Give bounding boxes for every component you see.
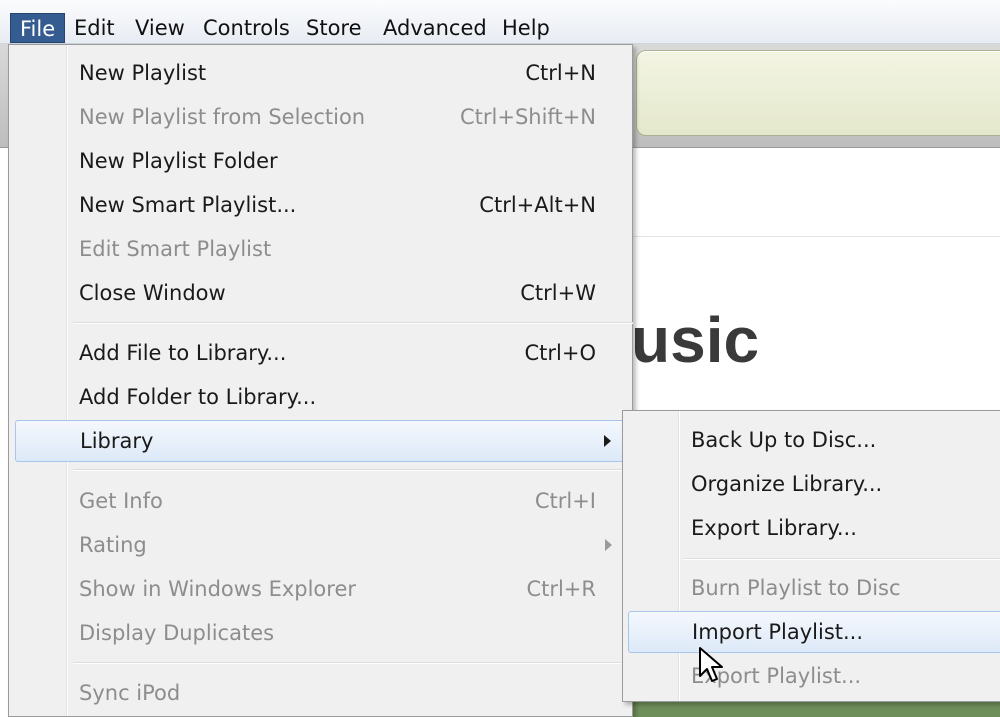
menu-item-add-folder-to-library[interactable]: Add Folder to Library... — [15, 377, 626, 417]
mouse-cursor-icon — [699, 647, 723, 682]
menu-item-label: Export Library... — [691, 516, 857, 540]
menu-item-shortcut: Ctrl+R — [526, 577, 596, 601]
menu-item-add-file-to-library[interactable]: Add File to Library... Ctrl+O — [15, 333, 626, 373]
menu-item-library[interactable]: Library — [15, 420, 626, 462]
menu-item-label: Burn Playlist to Disc — [691, 576, 901, 600]
menu-edit[interactable]: Edit — [65, 13, 124, 43]
submenu-item-export-library[interactable]: Export Library... — [628, 508, 1000, 548]
menu-item-rating: Rating — [15, 525, 626, 565]
menu-file[interactable]: File — [10, 13, 66, 43]
menu-item-label: Show in Windows Explorer — [79, 577, 357, 601]
menu-item-sync-ipod: Sync iPod — [15, 673, 626, 713]
menu-separator — [73, 662, 633, 664]
submenu-arrow-icon — [604, 435, 611, 447]
menu-item-label: Sync iPod — [79, 681, 181, 705]
menu-store[interactable]: Store — [297, 13, 371, 43]
submenu-item-burn-playlist-to-disc: Burn Playlist to Disc — [628, 568, 1000, 608]
content-heading: usic — [631, 304, 760, 376]
menu-view[interactable]: View — [126, 13, 194, 43]
menu-item-shortcut: Ctrl+I — [534, 489, 596, 513]
menu-item-label: Rating — [79, 533, 147, 557]
menu-item-close-window[interactable]: Close Window Ctrl+W — [15, 273, 626, 313]
menu-item-label: New Playlist Folder — [79, 149, 278, 173]
menu-item-shortcut: Ctrl+Alt+N — [479, 193, 596, 217]
menu-item-new-playlist-folder[interactable]: New Playlist Folder — [15, 141, 626, 181]
submenu-item-import-playlist[interactable]: Import Playlist... — [628, 611, 1000, 653]
menu-item-shortcut: Ctrl+Shift+N — [460, 105, 596, 129]
menu-item-label: New Playlist — [79, 61, 207, 85]
menu-item-label: Back Up to Disc... — [691, 428, 877, 452]
menu-item-label: Organize Library... — [691, 472, 883, 496]
menu-separator — [73, 469, 633, 471]
menu-item-shortcut: Ctrl+O — [524, 341, 597, 365]
menu-item-show-in-windows-explorer: Show in Windows Explorer Ctrl+R — [15, 569, 626, 609]
menu-item-label: New Playlist from Selection — [79, 105, 366, 129]
content-image-strip — [632, 702, 1000, 717]
menu-item-new-playlist-from-selection: New Playlist from Selection Ctrl+Shift+N — [15, 97, 626, 137]
menu-item-label: Close Window — [79, 281, 226, 305]
menu-help[interactable]: Help — [493, 13, 559, 43]
menu-item-label: New Smart Playlist... — [79, 193, 297, 217]
menu-advanced[interactable]: Advanced — [374, 13, 496, 43]
menu-item-label: Library — [80, 429, 154, 453]
file-menu: New Playlist Ctrl+N New Playlist from Se… — [8, 44, 633, 717]
menu-item-label: Get Info — [79, 489, 163, 513]
submenu-item-organize-library[interactable]: Organize Library... — [628, 464, 1000, 504]
library-submenu: Back Up to Disc... Organize Library... E… — [622, 410, 1000, 702]
menu-item-new-playlist[interactable]: New Playlist Ctrl+N — [15, 53, 626, 93]
menu-controls[interactable]: Controls — [194, 13, 299, 43]
menu-item-label: Add Folder to Library... — [79, 385, 317, 409]
menu-item-label: Display Duplicates — [79, 621, 275, 645]
menu-item-get-info: Get Info Ctrl+I — [15, 481, 626, 521]
menu-item-new-smart-playlist[interactable]: New Smart Playlist... Ctrl+Alt+N — [15, 185, 626, 225]
submenu-arrow-icon — [605, 539, 612, 551]
menu-item-label: Edit Smart Playlist — [79, 237, 272, 261]
menu-item-shortcut: Ctrl+W — [520, 281, 596, 305]
menu-item-display-duplicates: Display Duplicates — [15, 613, 626, 653]
submenu-item-back-up-to-disc[interactable]: Back Up to Disc... — [628, 420, 1000, 460]
content-divider — [632, 236, 1000, 237]
submenu-item-export-playlist: Export Playlist... — [628, 656, 1000, 696]
menu-separator — [73, 322, 633, 324]
menu-item-label: Add File to Library... — [79, 341, 287, 365]
menu-item-shortcut: Ctrl+N — [525, 61, 596, 85]
menu-separator — [683, 558, 1000, 560]
menubar: File Edit View Controls Store Advanced H… — [0, 0, 1000, 44]
menu-item-edit-smart-playlist: Edit Smart Playlist — [15, 229, 626, 269]
now-playing-display — [636, 50, 1000, 136]
